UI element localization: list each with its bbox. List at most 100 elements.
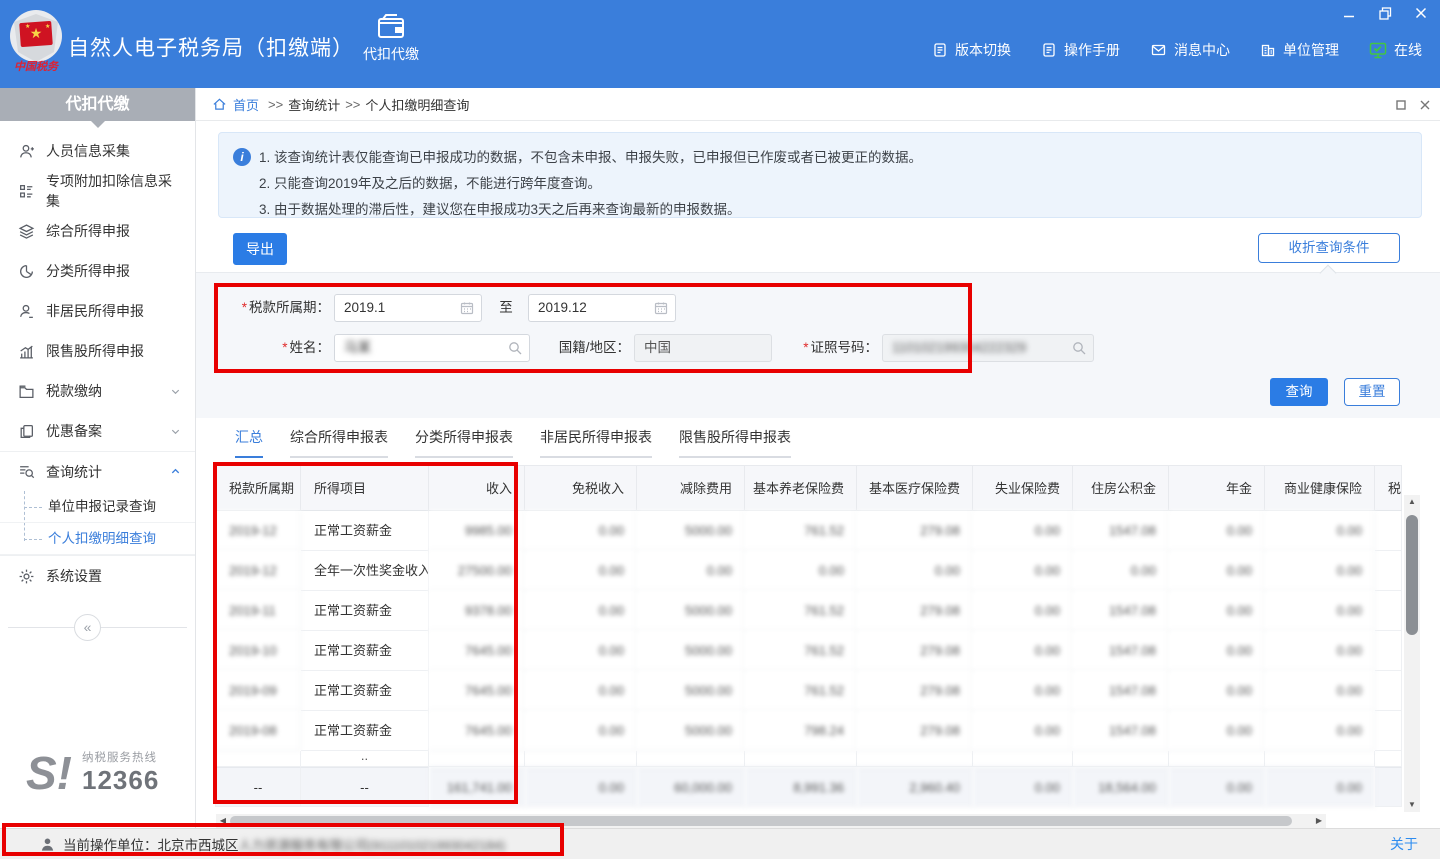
table-cell: 0.00 (525, 591, 637, 631)
menu-item-unit-management[interactable]: 单位管理 (1260, 40, 1339, 60)
column-header: 基本养老保险费 (745, 466, 857, 511)
gear-icon (18, 568, 35, 585)
table-row[interactable]: 2019-09正常工资薪金7645.000.005000.00761.52279… (216, 671, 1402, 711)
sidebar-item-label: 人员信息采集 (46, 141, 130, 161)
tab-nonresident[interactable]: 非居民所得申报表 (540, 427, 652, 458)
sidebar-collapse-button[interactable]: « (74, 614, 101, 641)
sidebar-item-personnel-info[interactable]: 人员信息采集 (0, 131, 195, 171)
sidebar-item-query-statistics[interactable]: 查询统计 (0, 451, 195, 491)
search-list-icon (18, 463, 35, 480)
name-input[interactable]: 马某 (334, 334, 530, 362)
tab-summary[interactable]: 汇总 (235, 427, 263, 458)
breadcrumb-crumb: 个人扣缴明细查询 (365, 95, 469, 114)
home-icon[interactable] (212, 97, 227, 111)
vertical-scroll-thumb[interactable] (1406, 515, 1418, 635)
sidebar-item-label: 系统设置 (46, 566, 102, 586)
column-header: 收入 (429, 466, 525, 511)
sidebar-item-special-deduction[interactable]: 专项附加扣除信息采集 (0, 171, 195, 211)
table-row[interactable]: 2019-10正常工资薪金7645.000.005000.00761.52279… (216, 631, 1402, 671)
table-cell: 5000.00 (637, 671, 745, 711)
maximize-panel-icon[interactable] (1396, 100, 1406, 110)
reset-button[interactable]: 重置 (1344, 378, 1400, 406)
hotline-number: 12366 (82, 765, 159, 796)
sidebar-item-preferential-filing[interactable]: 优惠备案 (0, 411, 195, 451)
sidebar-item-system-settings[interactable]: 系统设置 (0, 556, 195, 596)
horizontal-scroll-thumb[interactable] (230, 816, 1292, 826)
table-row-clipped[interactable]: .. (216, 751, 1402, 767)
tab-comprehensive[interactable]: 综合所得申报表 (290, 427, 388, 458)
sidebar-subitem-personal-withholding-query[interactable]: 个人扣缴明细查询 (0, 523, 195, 555)
minimize-button[interactable] (1338, 4, 1360, 22)
menu-item-message-center[interactable]: 消息中心 (1150, 40, 1230, 60)
tab-classified[interactable]: 分类所得申报表 (415, 427, 513, 458)
period-to-input[interactable]: 2019.12 (528, 294, 676, 322)
search-icon[interactable] (507, 340, 523, 356)
header-menu: 版本切换 操作手册 消息中心 单位管理 在线 (932, 40, 1422, 60)
scroll-down-arrow[interactable]: ▼ (1404, 798, 1420, 812)
breadcrumb-home[interactable]: 首页 (233, 95, 259, 114)
scroll-left-arrow[interactable]: ◀ (216, 814, 230, 828)
scroll-right-arrow[interactable]: ▶ (1312, 814, 1326, 828)
table-cell: 0.00 (525, 671, 637, 711)
sidebar-item-classified-income[interactable]: 分类所得申报 (0, 251, 195, 291)
period-from-input[interactable]: 2019.1 (334, 294, 482, 322)
column-header: 税 (1375, 466, 1402, 511)
sidebar-subitem-unit-declaration-query[interactable]: 单位申报记录查询 (0, 491, 195, 523)
table-cell: 0.00 (1265, 551, 1375, 591)
sidebar-item-label: 限售股所得申报 (46, 341, 144, 361)
table-cell: 2019-12 (216, 551, 301, 591)
about-link[interactable]: 关于 (1390, 834, 1418, 854)
search-icon[interactable] (1071, 340, 1087, 356)
sidebar-item-label: 专项附加扣除信息采集 (46, 171, 181, 211)
calendar-icon[interactable] (653, 300, 669, 316)
table-cell: 798.24 (745, 711, 857, 751)
collapse-query-button[interactable]: 收折查询条件 (1258, 233, 1400, 263)
layers-icon (18, 223, 35, 240)
id-number-input[interactable]: 110102199304222329 (882, 334, 1094, 362)
document-icon (1041, 42, 1057, 58)
table-row[interactable]: 2019-08正常工资薪金7645.000.005000.00798.24279… (216, 711, 1402, 751)
close-panel-icon[interactable] (1420, 100, 1430, 110)
calendar-icon[interactable] (459, 300, 475, 316)
table-cell: -- (301, 767, 429, 807)
table-cell: 7645.00 (429, 671, 525, 711)
table-cell: 正常工资薪金 (301, 711, 429, 751)
menu-item-version-switch[interactable]: 版本切换 (932, 40, 1011, 60)
table-cell (429, 751, 525, 767)
table-row[interactable]: 2019-12正常工资薪金9985.000.005000.00761.52279… (216, 511, 1402, 551)
tab-restricted-shares[interactable]: 限售股所得申报表 (679, 427, 791, 458)
table-cell: 279.08 (857, 631, 973, 671)
table-cell: 0.00 (1169, 511, 1265, 551)
name-value: 马某 (344, 340, 371, 355)
scroll-up-arrow[interactable]: ▲ (1404, 495, 1420, 509)
query-button[interactable]: 查询 (1270, 378, 1328, 406)
table-cell: 0.00 (857, 551, 973, 591)
module-tab-daikoudaijiao[interactable]: 代扣代缴 (346, 14, 436, 80)
id-label: *证照号码： (784, 333, 878, 363)
breadcrumb-crumb[interactable]: 查询统计 (288, 95, 340, 114)
sidebar-item-tax-payment[interactable]: 税款缴纳 (0, 371, 195, 411)
table-cell: 0.00 (1169, 591, 1265, 631)
table-cell: 0.00 (1265, 591, 1375, 631)
online-status[interactable]: 在线 (1369, 40, 1422, 60)
close-button[interactable] (1410, 4, 1432, 22)
table-row[interactable]: 2019-11正常工资薪金9378.000.005000.00761.52279… (216, 591, 1402, 631)
table-cell: 0.00 (1265, 767, 1375, 807)
table-cell: 0.00 (525, 631, 637, 671)
table-cell: 2019-09 (216, 671, 301, 711)
table-cell: .. (301, 751, 429, 767)
table-row[interactable]: 2019-12全年一次性奖金收入27500.000.000.000.000.00… (216, 551, 1402, 591)
table-cell: 761.52 (745, 511, 857, 551)
menu-item-manual[interactable]: 操作手册 (1041, 40, 1120, 60)
sidebar-item-nonresident-income[interactable]: 非居民所得申报 (0, 291, 195, 331)
query-statistics-submenu: 单位申报记录查询 个人扣缴明细查询 (0, 491, 195, 556)
restore-button[interactable] (1374, 4, 1396, 22)
column-header: 所得项目 (301, 466, 429, 511)
horizontal-scrollbar[interactable]: ◀ ▶ (216, 814, 1326, 828)
sidebar-item-restricted-shares[interactable]: 限售股所得申报 (0, 331, 195, 371)
sidebar-item-comprehensive-income[interactable]: 综合所得申报 (0, 211, 195, 251)
vertical-scrollbar[interactable]: ▲ ▼ (1404, 495, 1420, 812)
table-cell (1375, 711, 1402, 751)
export-button[interactable]: 导出 (233, 233, 287, 265)
menu-item-label: 消息中心 (1174, 40, 1230, 60)
